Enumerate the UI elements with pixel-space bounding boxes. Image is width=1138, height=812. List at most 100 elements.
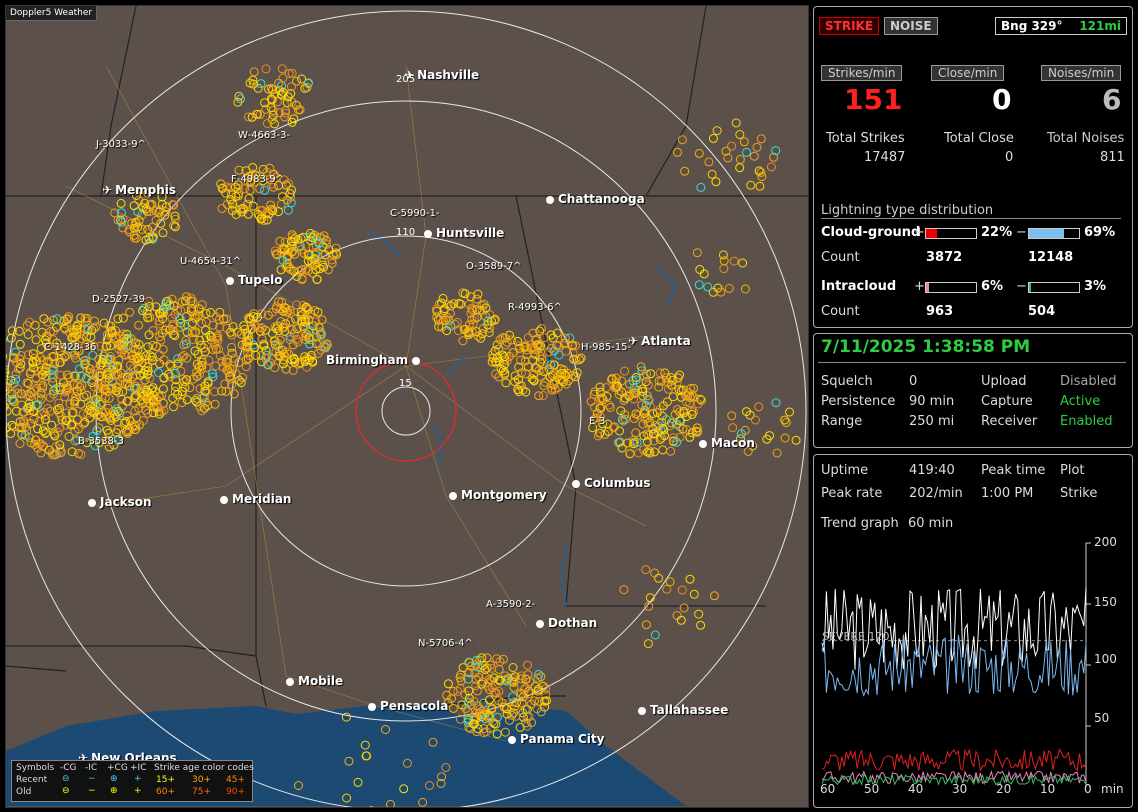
storm-cell-label[interactable]: C-1428-36: [44, 342, 96, 353]
legend-old-label: Old: [16, 787, 32, 797]
pos-cg-trace: [821, 747, 1087, 773]
total-strikes-label: Total Strikes: [826, 131, 905, 146]
cg-count-label: Count: [821, 250, 860, 265]
trend-graph: [821, 542, 1091, 787]
strikes-per-min-value: 151: [844, 83, 903, 116]
lightning-map[interactable]: Doppler5 Weather ✈ Nashville ✈ Memphis Chatt…: [5, 5, 809, 808]
city-tallahassee: Tallahassee: [638, 703, 728, 717]
close-per-min-value: 0: [992, 83, 1012, 116]
peak-time-label: Peak time: [981, 463, 1046, 478]
peak-time-value: 1:00 PM: [981, 486, 1034, 501]
city-panama-city: Panama City: [508, 732, 604, 746]
storm-cell-label[interactable]: R-4993-6^: [508, 302, 562, 313]
ic-positive-count: 963: [926, 304, 954, 319]
ic-positive-fill: [926, 283, 929, 292]
legend-symbols-label: Symbols: [16, 763, 55, 773]
legend-age-30: 30+: [192, 775, 211, 785]
trend-graph-value[interactable]: 60 min: [908, 516, 953, 531]
storm-cell-label[interactable]: J-3033-9^: [96, 139, 146, 150]
pos-cg-recent-icon: ⊕: [110, 774, 118, 784]
legend-age-90: 90+: [226, 787, 245, 797]
storm-cell-label[interactable]: O-3589-7^: [466, 261, 522, 272]
city-dot-icon: [220, 496, 228, 504]
cloud-ground-label: Cloud-ground: [821, 225, 921, 240]
peak-rate-label: Peak rate: [821, 486, 883, 501]
bearing-readout: Bng 329° 121mi: [995, 17, 1127, 35]
storm-cell-label[interactable]: A-3590-2-: [486, 599, 535, 610]
storm-cell-label[interactable]: C-5990-1-: [390, 208, 440, 219]
setting-label: Upload: [981, 374, 1027, 389]
storm-cell-label[interactable]: D-2527-39: [92, 294, 145, 305]
legend-age-75: 75+: [192, 787, 211, 797]
noise-button[interactable]: NOISE: [884, 17, 938, 35]
intracloud-label: Intracloud: [821, 279, 897, 294]
city-dot-icon: [536, 620, 544, 628]
storm-cell-label[interactable]: H-985-15-: [581, 342, 631, 353]
city-birmingham: Birmingham: [326, 353, 421, 367]
city-dot-icon: [508, 736, 516, 744]
pos-ic-old-icon: +: [134, 786, 142, 796]
city-name: Huntsville: [436, 226, 505, 240]
city-dot-icon: [368, 703, 376, 711]
distribution-title: Lightning type distribution: [821, 203, 1121, 219]
setting-value[interactable]: Active: [1060, 394, 1100, 409]
total-noises-value: 811: [1100, 150, 1125, 165]
city-name: Pensacola: [380, 699, 449, 713]
storm-cell-label[interactable]: W-4663-3-: [238, 130, 290, 141]
setting-value[interactable]: Enabled: [1060, 414, 1113, 429]
ic-positive-pct: 6%: [981, 279, 1004, 294]
cg-trace: [821, 634, 1087, 697]
total-strikes-value: 17487: [864, 150, 906, 165]
noises-per-min-value: 6: [1102, 83, 1122, 116]
symbol-legend: Symbols -CG -IC +CG +IC Strike age color…: [11, 760, 254, 802]
legend-pos-cg: +CG: [107, 763, 128, 773]
city-jackson: Jackson: [88, 495, 152, 509]
x-tick: 10: [1040, 782, 1056, 796]
strikes-per-min-label: Strikes/min: [821, 65, 903, 81]
current-datetime: 7/11/2025 1:38:58 PM: [821, 337, 1031, 357]
trend-panel: Uptime 419:40 Peak time Plot Peak rate 2…: [813, 454, 1133, 808]
legend-age-15: 15+: [156, 775, 175, 785]
strike-trace: [821, 587, 1087, 671]
city-name: Nashville: [417, 68, 480, 82]
x-tick: 40: [908, 782, 924, 796]
y-tick-200: 200: [1094, 535, 1117, 549]
setting-value: 0: [909, 374, 918, 389]
storm-cell-label[interactable]: E-3: [589, 416, 605, 427]
uptime-value: 419:40: [909, 463, 955, 478]
trend-graph-label: Trend graph: [821, 516, 899, 531]
city-dothan: Dothan: [536, 616, 597, 630]
plot-value[interactable]: Strike: [1060, 486, 1097, 501]
city-dot-icon: [638, 707, 646, 715]
y-tick-100: 100: [1094, 652, 1117, 666]
strike-button[interactable]: STRIKE: [819, 17, 880, 35]
storm-cell-label[interactable]: B-3538-3: [78, 436, 124, 447]
storm-cell-label[interactable]: F-4983-9^: [231, 174, 284, 185]
setting-label: Squelch: [821, 374, 873, 389]
city-name: Montgomery: [461, 488, 547, 502]
cg-plus-sign: +: [914, 225, 925, 240]
city-atlanta: ✈ Atlanta: [628, 334, 691, 348]
city-nashville: ✈ Nashville: [404, 68, 479, 82]
ic-minus-sign: −: [1016, 279, 1027, 294]
city-name: Tallahassee: [650, 703, 729, 717]
city-dot-icon: [88, 499, 96, 507]
storm-cell-label[interactable]: U-4654-31^: [180, 256, 241, 267]
neg-cg-recent-icon: ⊖: [62, 774, 70, 784]
city-memphis: ✈ Memphis: [102, 183, 176, 197]
setting-value[interactable]: Disabled: [1060, 374, 1116, 389]
y-tick-50: 50: [1094, 711, 1110, 725]
city-dot-icon: [226, 277, 234, 285]
x-tick: 0: [1084, 782, 1092, 796]
city-name: Birmingham: [326, 353, 409, 367]
city-dot-icon: [412, 357, 421, 365]
settings-panel: 7/11/2025 1:38:58 PM Squelch 0 Upload Disab…: [813, 333, 1133, 448]
city-name: Meridian: [232, 492, 292, 506]
city-chattanooga: Chattanooga: [546, 192, 645, 206]
uptime-label: Uptime: [821, 463, 869, 478]
total-close-value: 0: [1005, 150, 1014, 165]
ic-negative-count: 504: [1028, 304, 1056, 319]
legend-pos-ic: +IC: [130, 763, 147, 773]
storm-cell-label[interactable]: N-5706-4^: [418, 638, 473, 649]
setting-value: 90 min: [909, 394, 955, 409]
